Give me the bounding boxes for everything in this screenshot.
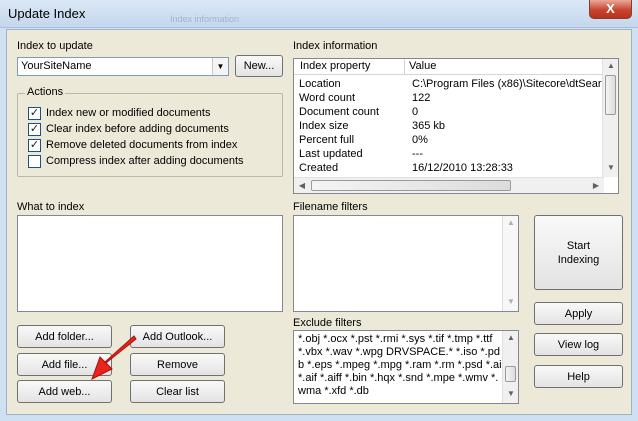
value-cell: 365 kb xyxy=(412,120,446,132)
add-outlook-button[interactable]: Add Outlook... xyxy=(130,325,225,348)
column-divider[interactable] xyxy=(404,59,405,75)
window-title: Update Index xyxy=(8,6,86,21)
filename-filters-label: Filename filters xyxy=(293,201,368,213)
index-information-list[interactable]: Index property Value Location C:\Program… xyxy=(293,58,619,194)
property-cell: Document count xyxy=(299,106,380,118)
scroll-up-icon[interactable]: ▲ xyxy=(503,218,519,227)
value-cell: 0% xyxy=(412,134,428,146)
view-log-button[interactable]: View log xyxy=(534,333,623,356)
index-select[interactable]: YourSiteName ▼ xyxy=(17,57,229,76)
what-to-index-list[interactable] xyxy=(17,215,283,312)
list-horizontal-scrollbar[interactable]: ◀ ▶ xyxy=(294,177,604,193)
value-cell: 0 xyxy=(412,106,419,118)
clear-index-checkbox[interactable]: ✓ Clear index before adding documents xyxy=(28,122,229,136)
filters-vertical-scrollbar[interactable]: ▲ ▼ xyxy=(502,216,518,311)
property-cell: Created xyxy=(299,162,339,174)
checkbox-label: Clear index before adding documents xyxy=(46,123,229,135)
start-indexing-button[interactable]: Start Indexing xyxy=(534,215,623,290)
list-vertical-scrollbar[interactable]: ▲ ▼ xyxy=(602,59,618,177)
exclude-filters-label: Exclude filters xyxy=(293,317,362,329)
property-cell: Index size xyxy=(299,120,349,132)
scroll-thumb[interactable] xyxy=(505,366,516,382)
what-to-index-label: What to index xyxy=(17,201,85,213)
list-item[interactable]: Percent full 0% xyxy=(294,134,604,148)
checkbox-label: Compress index after adding documents xyxy=(46,155,244,167)
scroll-thumb[interactable] xyxy=(605,75,616,115)
list-item[interactable]: Last updated --- xyxy=(294,148,604,162)
checkbox-checked-icon[interactable]: ✓ xyxy=(28,106,41,120)
checkbox-checked-icon[interactable]: ✓ xyxy=(28,122,41,136)
scroll-up-icon[interactable]: ▲ xyxy=(603,61,618,70)
red-pointer-arrow-icon xyxy=(91,335,137,381)
close-button[interactable]: X xyxy=(589,0,632,19)
index-to-update-label: Index to update xyxy=(17,40,93,52)
value-cell: 122 xyxy=(412,92,431,104)
property-cell: Last updated xyxy=(299,148,363,160)
checkbox-unchecked-icon[interactable] xyxy=(28,154,41,168)
scroll-up-icon[interactable]: ▲ xyxy=(503,333,518,342)
list-item[interactable]: Document count 0 xyxy=(294,106,604,120)
property-cell: Word count xyxy=(299,92,356,104)
index-new-modified-checkbox[interactable]: ✓ Index new or modified documents xyxy=(28,106,210,120)
clear-list-button[interactable]: Clear list xyxy=(130,380,225,403)
value-cell: --- xyxy=(412,148,423,160)
scroll-down-icon[interactable]: ▼ xyxy=(503,297,519,306)
value-cell: 16/12/2010 13:28:33 xyxy=(412,162,513,174)
list-header: Index property Value xyxy=(294,59,604,75)
scroll-left-icon[interactable]: ◀ xyxy=(294,181,310,190)
checkbox-checked-icon[interactable]: ✓ xyxy=(28,138,41,152)
chevron-down-icon[interactable]: ▼ xyxy=(212,58,228,75)
scroll-thumb[interactable] xyxy=(311,180,511,191)
index-select-value: YourSiteName xyxy=(21,60,92,72)
close-icon: X xyxy=(606,1,615,16)
checkbox-label: Index new or modified documents xyxy=(46,107,211,119)
title-bar[interactable]: Update Index Index information X xyxy=(0,0,638,28)
remove-deleted-checkbox[interactable]: ✓ Remove deleted documents from index xyxy=(28,138,237,152)
filename-filters-input[interactable]: ▲ ▼ xyxy=(293,215,519,312)
remove-button[interactable]: Remove xyxy=(130,353,225,376)
index-information-label: Index information xyxy=(293,40,378,52)
list-item[interactable]: Location C:\Program Files (x86)\Sitecore… xyxy=(294,78,604,92)
scroll-down-icon[interactable]: ▼ xyxy=(503,389,518,398)
actions-group: Actions ✓ Index new or modified document… xyxy=(17,86,283,177)
exclude-filters-input[interactable]: *.obj *.ocx *.pst *.rmi *.sys *.tif *.tm… xyxy=(293,330,519,404)
new-index-button[interactable]: New... xyxy=(235,55,283,77)
value-cell: C:\Program Files (x86)\Sitecore\dtSearc xyxy=(412,78,602,90)
column-header-property[interactable]: Index property xyxy=(300,60,370,72)
help-button[interactable]: Help xyxy=(534,365,623,388)
property-cell: Location xyxy=(299,78,341,90)
list-item[interactable]: Index size 365 kb xyxy=(294,120,604,134)
scroll-down-icon[interactable]: ▼ xyxy=(603,163,618,172)
exclude-filters-text[interactable]: *.obj *.ocx *.pst *.rmi *.sys *.tif *.tm… xyxy=(298,333,502,398)
checkbox-label: Remove deleted documents from index xyxy=(46,139,238,151)
compress-index-checkbox[interactable]: Compress index after adding documents xyxy=(28,154,244,168)
list-item[interactable]: Word count 122 xyxy=(294,92,604,106)
ghost-window-title: Index information xyxy=(170,14,240,24)
list-item[interactable]: Created 16/12/2010 13:28:33 xyxy=(294,162,604,176)
actions-group-label: Actions xyxy=(25,86,66,98)
property-cell: Percent full xyxy=(299,134,355,146)
column-header-value[interactable]: Value xyxy=(409,60,436,72)
apply-button[interactable]: Apply xyxy=(534,302,623,325)
scroll-right-icon[interactable]: ▶ xyxy=(588,181,604,190)
exclude-vertical-scrollbar[interactable]: ▲ ▼ xyxy=(502,331,518,403)
